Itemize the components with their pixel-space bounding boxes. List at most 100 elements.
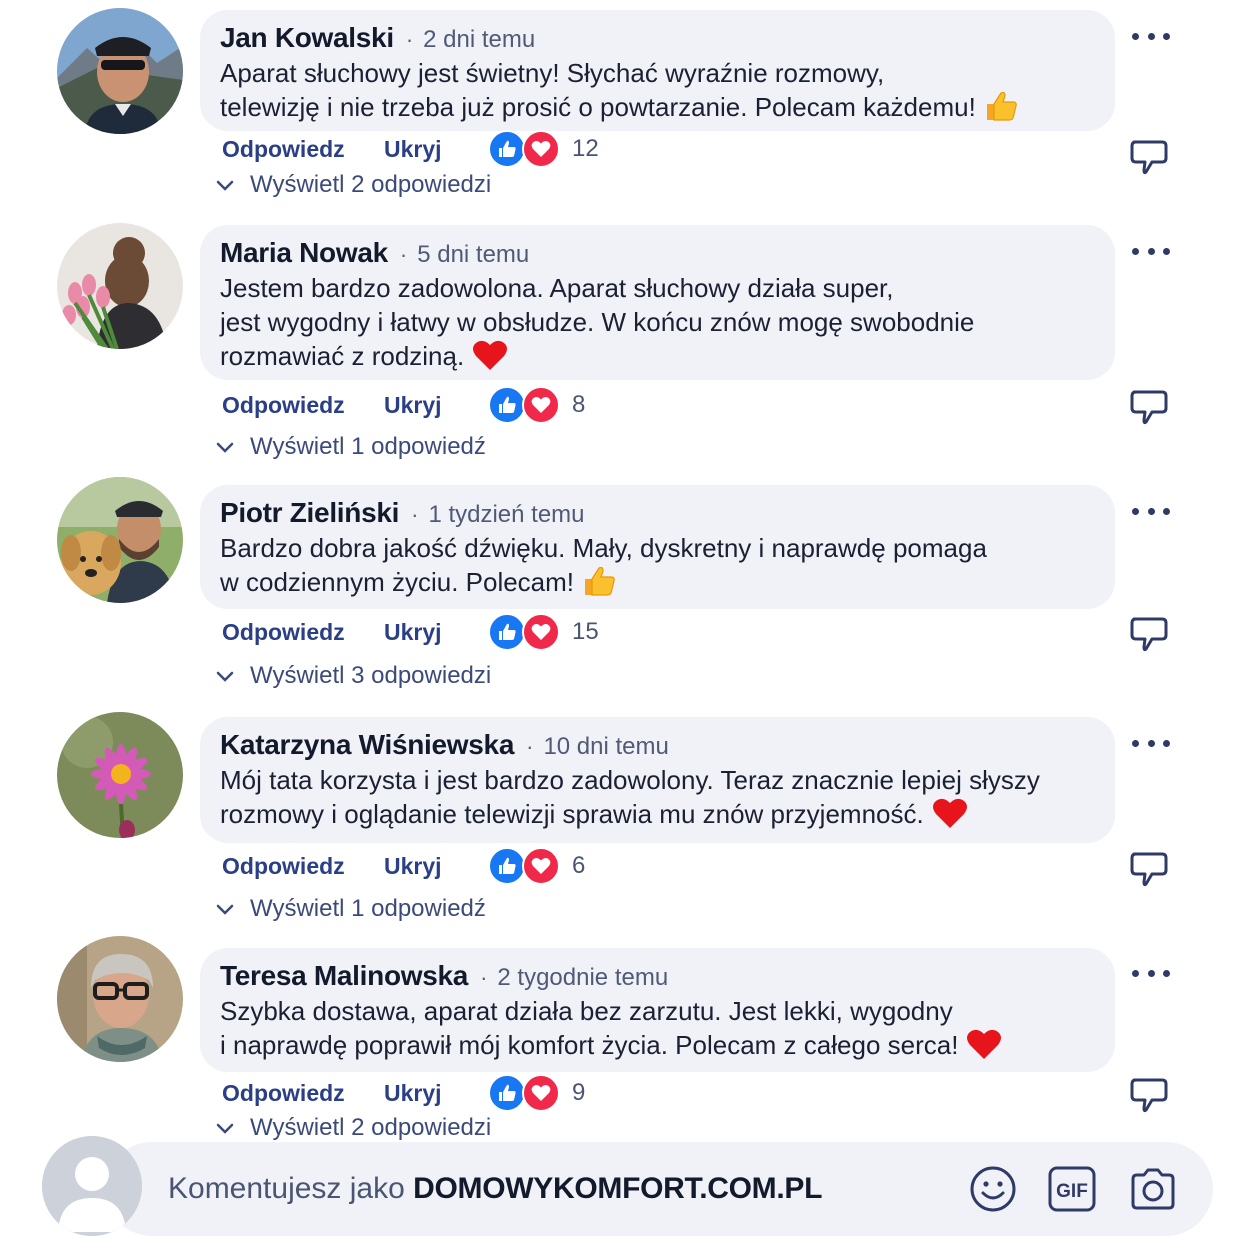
timestamp[interactable]: 2 tygodnie temu bbox=[497, 964, 668, 992]
like-reaction-icon bbox=[488, 613, 526, 651]
reactions[interactable]: 8 bbox=[488, 386, 585, 424]
camera-icon[interactable] bbox=[1128, 1164, 1178, 1214]
user-avatar-placeholder-icon bbox=[42, 1136, 142, 1236]
composer-placeholder[interactable]: Komentujesz jako DOMOWYKOMFORT.COM.PL bbox=[168, 1172, 822, 1206]
like-reaction-icon bbox=[488, 1074, 526, 1112]
comment-actions: Odpowiedz Ukryj 15 bbox=[222, 612, 599, 652]
separator-dot: · bbox=[399, 242, 408, 267]
love-reaction-icon bbox=[522, 386, 560, 424]
red-heart-emoji bbox=[966, 1028, 1002, 1068]
author-name[interactable]: Piotr Zieliński bbox=[220, 497, 399, 529]
comment-actions: Odpowiedz Ukryj 6 bbox=[222, 846, 585, 886]
avatar[interactable] bbox=[57, 8, 183, 134]
timestamp[interactable]: 1 tydzień temu bbox=[428, 501, 584, 529]
composer-account: DOMOWYKOMFORT.COM.PL bbox=[413, 1172, 823, 1205]
reaction-count: 9 bbox=[572, 1079, 586, 1106]
reply-button[interactable]: Odpowiedz bbox=[222, 136, 384, 163]
separator-dot: · bbox=[526, 734, 534, 759]
hide-button[interactable]: Ukryj bbox=[384, 1080, 488, 1107]
view-replies-link[interactable]: Wyświetl 2 odpowiedzi bbox=[214, 1113, 491, 1143]
author-name[interactable]: Katarzyna Wiśniewska bbox=[220, 729, 514, 761]
like-reaction-icon bbox=[488, 847, 526, 885]
dislike-icon[interactable] bbox=[1128, 386, 1170, 426]
love-reaction-icon bbox=[522, 130, 560, 168]
reactions[interactable]: 15 bbox=[488, 613, 599, 651]
view-replies-label: Wyświetl 1 odpowiedź bbox=[250, 895, 486, 922]
smiley-icon[interactable] bbox=[968, 1164, 1018, 1214]
view-replies-label: Wyświetl 2 odpowiedzi bbox=[250, 1114, 492, 1141]
comment-actions: Odpowiedz Ukryj 9 bbox=[222, 1073, 585, 1113]
more-options-icon[interactable] bbox=[1132, 966, 1170, 980]
view-replies-link[interactable]: Wyświetl 1 odpowiedź bbox=[214, 432, 486, 462]
timestamp[interactable]: 10 dni temu bbox=[543, 733, 668, 761]
dislike-icon[interactable] bbox=[1128, 136, 1170, 176]
thumbs-up-emoji bbox=[582, 565, 616, 605]
gif-icon[interactable]: GIF bbox=[1047, 1164, 1097, 1214]
chevron-down-icon bbox=[216, 1123, 234, 1134]
dislike-icon[interactable] bbox=[1128, 1074, 1170, 1114]
chevron-down-icon bbox=[216, 180, 234, 191]
reaction-count: 15 bbox=[572, 618, 599, 645]
red-heart-emoji bbox=[932, 797, 968, 837]
view-replies-label: Wyświetl 1 odpowiedź bbox=[250, 433, 486, 460]
avatar[interactable] bbox=[57, 223, 183, 349]
reply-button[interactable]: Odpowiedz bbox=[222, 853, 384, 880]
chevron-down-icon bbox=[216, 442, 234, 453]
comment-text: Mój tata korzysta i jest bardzo zadowolo… bbox=[220, 763, 1095, 837]
comment-bubble: Maria Nowak · 5 dni temu Jestem bardzo z… bbox=[200, 225, 1115, 380]
comment-actions: Odpowiedz Ukryj 8 bbox=[222, 385, 585, 425]
dislike-icon[interactable] bbox=[1128, 848, 1170, 888]
hide-button[interactable]: Ukryj bbox=[384, 392, 488, 419]
red-heart-emoji bbox=[472, 339, 508, 379]
composer-prefix: Komentujesz jako bbox=[168, 1172, 405, 1205]
chevron-down-icon bbox=[216, 904, 234, 915]
view-replies-label: Wyświetl 2 odpowiedzi bbox=[250, 171, 492, 198]
author-name[interactable]: Jan Kowalski bbox=[220, 22, 394, 54]
view-replies-link[interactable]: Wyświetl 3 odpowiedzi bbox=[214, 661, 491, 691]
hide-button[interactable]: Ukryj bbox=[384, 853, 488, 880]
comment-bubble: Jan Kowalski · 2 dni temu Aparat słuchow… bbox=[200, 10, 1115, 131]
comment-text: Bardzo dobra jakość dźwięku. Mały, dyskr… bbox=[220, 531, 1095, 605]
more-options-icon[interactable] bbox=[1132, 736, 1170, 750]
view-replies-label: Wyświetl 3 odpowiedzi bbox=[250, 662, 492, 689]
love-reaction-icon bbox=[522, 847, 560, 885]
more-options-icon[interactable] bbox=[1132, 504, 1170, 518]
reply-button[interactable]: Odpowiedz bbox=[222, 1080, 384, 1107]
separator-dot: · bbox=[411, 502, 419, 527]
comment-bubble: Teresa Malinowska · 2 tygodnie temu Szyb… bbox=[200, 948, 1115, 1072]
comment-bubble: Katarzyna Wiśniewska · 10 dni temu Mój t… bbox=[200, 717, 1115, 843]
hide-button[interactable]: Ukryj bbox=[384, 619, 488, 646]
more-options-icon[interactable] bbox=[1132, 244, 1170, 258]
like-reaction-icon bbox=[488, 386, 526, 424]
thumbs-up-emoji bbox=[984, 90, 1018, 130]
separator-dot: · bbox=[405, 27, 414, 52]
avatar[interactable] bbox=[57, 936, 183, 1062]
dislike-icon[interactable] bbox=[1128, 613, 1170, 653]
reactions[interactable]: 9 bbox=[488, 1074, 585, 1112]
reaction-count: 6 bbox=[572, 852, 586, 879]
reactions[interactable]: 12 bbox=[488, 130, 599, 168]
author-name[interactable]: Teresa Malinowska bbox=[220, 960, 468, 992]
more-options-icon[interactable] bbox=[1132, 29, 1170, 43]
separator-dot: · bbox=[480, 965, 488, 990]
reaction-count: 12 bbox=[572, 135, 599, 162]
view-replies-link[interactable]: Wyświetl 1 odpowiedź bbox=[214, 894, 486, 924]
timestamp[interactable]: 5 dni temu bbox=[417, 241, 529, 269]
author-name[interactable]: Maria Nowak bbox=[220, 237, 388, 269]
comment-text: Szybka dostawa, aparat działa bez zarzut… bbox=[220, 994, 1095, 1068]
timestamp[interactable]: 2 dni temu bbox=[423, 26, 535, 54]
comment-bubble: Piotr Zieliński · 1 tydzień temu Bardzo … bbox=[200, 485, 1115, 609]
avatar[interactable] bbox=[57, 477, 183, 603]
love-reaction-icon bbox=[522, 613, 560, 651]
comment-text: Jestem bardzo zadowolona. Aparat słuchow… bbox=[220, 271, 1095, 379]
reply-button[interactable]: Odpowiedz bbox=[222, 619, 384, 646]
hide-button[interactable]: Ukryj bbox=[384, 136, 488, 163]
svg-text:GIF: GIF bbox=[1056, 1181, 1088, 1202]
like-reaction-icon bbox=[488, 130, 526, 168]
view-replies-link[interactable]: Wyświetl 2 odpowiedzi bbox=[214, 170, 491, 200]
reactions[interactable]: 6 bbox=[488, 847, 585, 885]
avatar[interactable] bbox=[57, 712, 183, 838]
love-reaction-icon bbox=[522, 1074, 560, 1112]
reaction-count: 8 bbox=[572, 391, 586, 418]
reply-button[interactable]: Odpowiedz bbox=[222, 392, 384, 419]
